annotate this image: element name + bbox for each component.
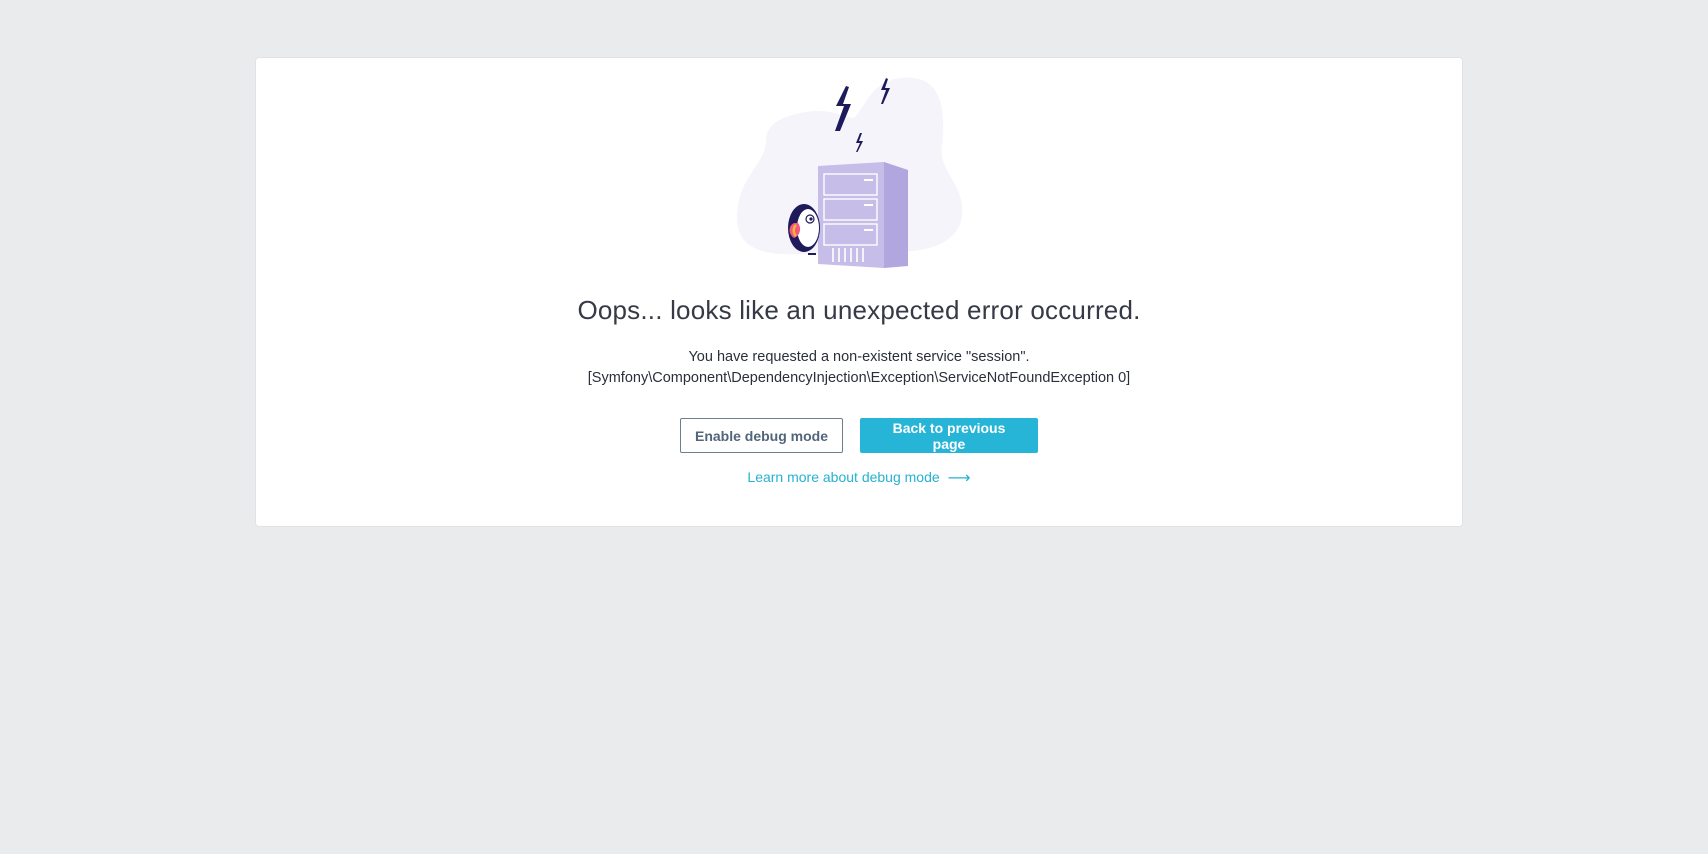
learn-more-link[interactable]: Learn more about debug mode ⟶ — [256, 468, 1462, 488]
learn-more-label: Learn more about debug mode — [747, 469, 940, 485]
arrow-right-icon: ⟶ — [947, 470, 971, 487]
server-error-illustration — [736, 77, 963, 268]
enable-debug-button[interactable]: Enable debug mode — [680, 418, 843, 453]
error-message-line: You have requested a non-existent servic… — [688, 349, 1030, 365]
server-side — [884, 162, 908, 268]
action-buttons: Enable debug mode Back to previous page — [256, 418, 1462, 453]
error-card: Oops... looks like an unexpected error o… — [255, 57, 1463, 527]
error-message: You have requested a non-existent servic… — [256, 347, 1462, 389]
error-title: Oops... looks like an unexpected error o… — [577, 295, 1141, 325]
exception-class-line: [Symfony\Component\DependencyInjection\E… — [587, 370, 1131, 386]
back-button[interactable]: Back to previous page — [860, 418, 1038, 453]
